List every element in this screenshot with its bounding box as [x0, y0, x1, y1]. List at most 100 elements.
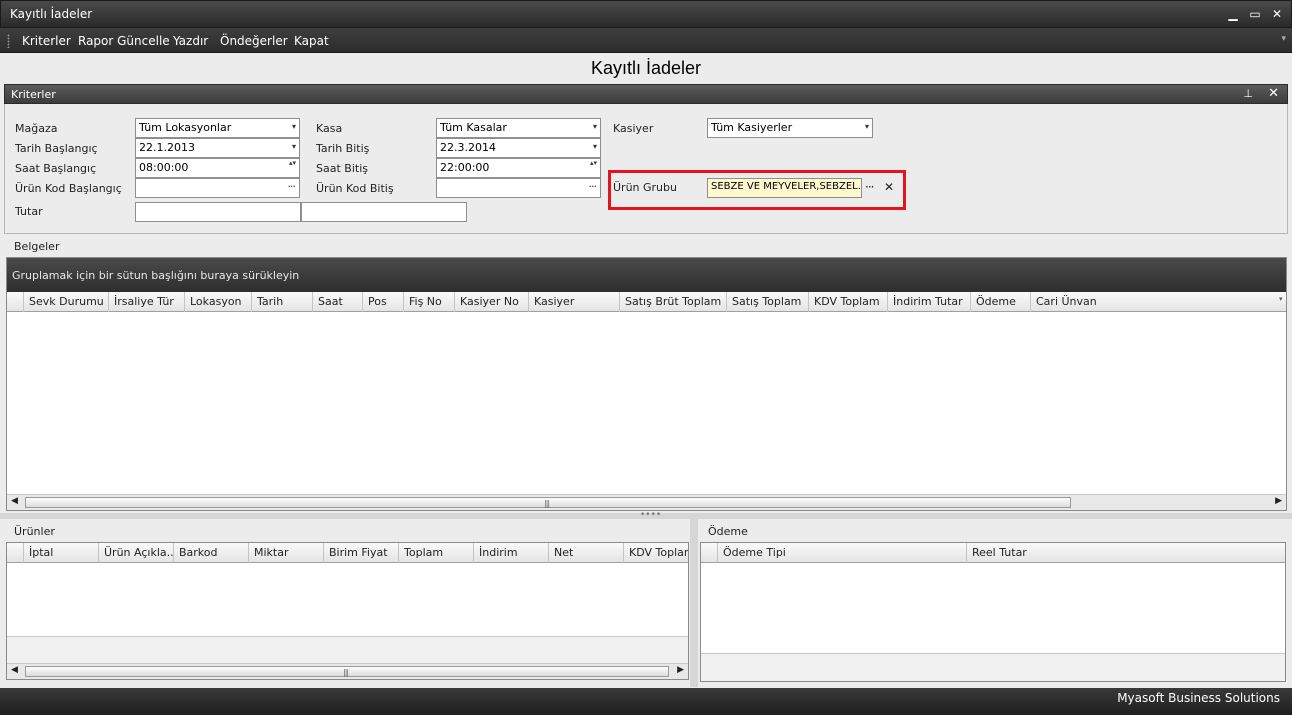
close-window-button[interactable]: ✕	[1269, 6, 1285, 22]
menu-overflow-icon[interactable]: ▾	[1281, 34, 1286, 44]
col-kdv-toplam[interactable]: KDV Toplam	[624, 543, 688, 563]
row-indicator-header	[7, 292, 24, 312]
page-title: Kayıtlı İadeler	[590, 58, 702, 78]
window-titlebar: Kayıtlı İadeler ▁ ▭ ✕	[0, 0, 1292, 28]
menu-rapor-guncelle[interactable]: Rapor Güncelle	[78, 34, 170, 48]
col-toplam[interactable]: Toplam	[399, 543, 474, 563]
tutar-max-field[interactable]	[301, 202, 467, 222]
spin-arrows-icon[interactable]: ▴▾	[289, 159, 296, 168]
col-birim-fiyat[interactable]: Birim Fiyat	[324, 543, 399, 563]
urun-kod-bitis-field[interactable]: ···	[436, 178, 601, 198]
col-kasiyer-no[interactable]: Kasiyer No	[455, 292, 529, 312]
kasa-value: Tüm Kasalar	[440, 121, 507, 134]
col-urun-aciklama[interactable]: Ürün Açıkla...	[99, 543, 174, 563]
scroll-thumb[interactable]: |||	[25, 666, 669, 677]
tutar-label: Tutar	[15, 205, 43, 218]
close-panel-icon[interactable]: ✕	[1268, 86, 1279, 101]
col-pos[interactable]: Pos	[363, 292, 404, 312]
urun-kod-baslangic-field[interactable]: ···	[135, 178, 300, 198]
group-panel[interactable]: Gruplamak için bir sütun başlığını buray…	[7, 258, 1286, 292]
scroll-thumb[interactable]: |||	[25, 497, 1071, 508]
urunler-title: Ürünler	[14, 525, 55, 538]
col-miktar[interactable]: Miktar	[249, 543, 324, 563]
tarih-baslangic-field[interactable]: 22.1.2013 ▾	[135, 138, 300, 158]
belgeler-title: Belgeler	[14, 240, 60, 253]
col-odeme[interactable]: Ödeme	[971, 292, 1031, 312]
col-irsaliye-tur[interactable]: İrsaliye Tür	[109, 292, 185, 312]
col-indirim-tutar[interactable]: İndirim Tutar	[888, 292, 971, 312]
col-cari-unvan[interactable]: Cari Ünvan	[1031, 292, 1279, 312]
window-title: Kayıtlı İadeler	[10, 7, 93, 21]
belgeler-header-row: Sevk Durumu İrsaliye Tür Lokasyon Tarih …	[7, 292, 1286, 312]
saat-bitis-field[interactable]: 22:00:00 ▴▾	[436, 158, 601, 178]
minimize-button[interactable]: ▁	[1225, 6, 1241, 22]
status-bar: Myasoft Business Solutions	[0, 688, 1292, 715]
kasiyer-label: Kasiyer	[613, 122, 654, 135]
col-kasiyer[interactable]: Kasiyer	[529, 292, 620, 312]
chevron-down-icon[interactable]: ▾	[292, 142, 296, 151]
saat-baslangic-field[interactable]: 08:00:00 ▴▾	[135, 158, 300, 178]
col-barkod[interactable]: Barkod	[174, 543, 249, 563]
urunler-header-row: İptal Ürün Açıkla... Barkod Miktar Birim…	[7, 543, 688, 563]
magaza-label: Mağaza	[15, 122, 58, 135]
urun-kod-baslangic-label: Ürün Kod Başlangıç	[15, 182, 122, 195]
tarih-bitis-value: 22.3.2014	[440, 141, 496, 154]
urunler-hscroll[interactable]: ◀ ||| ▶	[7, 663, 688, 679]
col-saat[interactable]: Saat	[313, 292, 363, 312]
col-lokasyon[interactable]: Lokasyon	[185, 292, 252, 312]
ellipsis-icon[interactable]: ···	[589, 180, 597, 193]
tarih-baslangic-value: 22.1.2013	[139, 141, 195, 154]
kasiyer-select[interactable]: Tüm Kasiyerler ▾	[707, 118, 873, 138]
more-columns-icon[interactable]: ▾	[1279, 292, 1286, 312]
col-indirim[interactable]: İndirim	[474, 543, 549, 563]
col-tarih[interactable]: Tarih	[252, 292, 313, 312]
col-odeme-tipi[interactable]: Ödeme Tipi	[718, 543, 967, 563]
maximize-button[interactable]: ▭	[1247, 6, 1263, 22]
kasa-select[interactable]: Tüm Kasalar ▾	[436, 118, 601, 138]
menu-ondegerler[interactable]: Öndeğerler	[220, 34, 288, 48]
tutar-min-field[interactable]	[135, 202, 301, 222]
horizontal-splitter[interactable]: ••••	[0, 510, 1292, 520]
scroll-left-icon[interactable]: ◀	[11, 665, 18, 675]
chevron-down-icon[interactable]: ▾	[593, 142, 597, 151]
scroll-grip-icon: |||	[544, 499, 550, 508]
menu-kriterler[interactable]: Kriterler	[22, 34, 71, 48]
scroll-right-icon[interactable]: ▶	[1275, 496, 1282, 506]
tarih-bitis-label: Tarih Bitiş	[316, 142, 370, 155]
pin-icon[interactable]: ⊥	[1243, 87, 1253, 100]
urunler-footer	[7, 636, 688, 663]
toolbar-grip[interactable]	[7, 34, 10, 48]
menu-kapat[interactable]: Kapat	[294, 34, 329, 48]
urunler-grid: İptal Ürün Açıkla... Barkod Miktar Birim…	[6, 542, 689, 680]
col-net[interactable]: Net	[549, 543, 624, 563]
col-kdv-toplam[interactable]: KDV Toplam	[809, 292, 888, 312]
magaza-select[interactable]: Tüm Lokasyonlar ▾	[135, 118, 300, 138]
col-satis-toplam[interactable]: Satış Toplam	[727, 292, 809, 312]
ellipsis-icon[interactable]: ···	[288, 180, 296, 193]
belgeler-grid: Gruplamak için bir sütun başlığını buray…	[6, 257, 1287, 511]
belgeler-hscroll[interactable]: ◀ ||| ▶	[7, 494, 1286, 510]
saat-bitis-value: 22:00:00	[440, 161, 490, 174]
col-reel-tutar[interactable]: Reel Tutar	[967, 543, 1285, 563]
odeme-grid: Ödeme Tipi Reel Tutar	[700, 542, 1286, 682]
saat-baslangic-label: Saat Başlangıç	[15, 162, 97, 175]
group-hint-text: Gruplamak için bir sütun başlığını buray…	[12, 269, 300, 282]
criteria-panel-header: Kriterler ⊥ ✕	[4, 84, 1288, 104]
tarih-bitis-field[interactable]: 22.3.2014 ▾	[436, 138, 601, 158]
col-sevk-durumu[interactable]: Sevk Durumu	[24, 292, 109, 312]
chevron-down-icon[interactable]: ▾	[865, 122, 869, 131]
highlight-box	[608, 170, 906, 210]
vertical-splitter[interactable]	[690, 519, 698, 687]
spin-arrows-icon[interactable]: ▴▾	[590, 159, 597, 168]
col-iptal[interactable]: İptal	[24, 543, 99, 563]
scroll-left-icon[interactable]: ◀	[11, 496, 18, 506]
menu-yazdir[interactable]: Yazdır	[173, 34, 208, 48]
chevron-down-icon[interactable]: ▾	[292, 122, 296, 131]
kasiyer-value: Tüm Kasiyerler	[711, 121, 793, 134]
tarih-baslangic-label: Tarih Başlangıç	[15, 142, 98, 155]
row-indicator-header	[701, 543, 718, 563]
col-satis-brut-toplam[interactable]: Satış Brüt Toplam	[620, 292, 727, 312]
scroll-right-icon[interactable]: ▶	[677, 665, 684, 675]
chevron-down-icon[interactable]: ▾	[593, 122, 597, 131]
col-fis-no[interactable]: Fiş No	[404, 292, 455, 312]
